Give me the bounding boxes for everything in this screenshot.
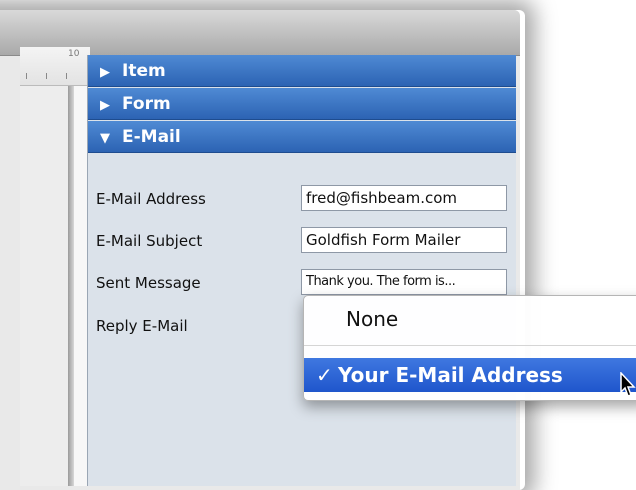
document-page[interactable] [74, 86, 88, 486]
checkmark-icon: ✓ [316, 363, 333, 387]
sent-message-label: Sent Message [96, 274, 201, 292]
ruler-tick [66, 73, 67, 79]
document-canvas[interactable] [20, 86, 68, 486]
menu-item-label: Your E-Mail Address [338, 363, 563, 387]
email-subject-label: E-Mail Subject [96, 232, 203, 250]
email-subject-field[interactable]: Goldfish Form Mailer [301, 227, 507, 253]
section-label: Form [122, 94, 171, 114]
ruler-tick [26, 73, 27, 79]
section-header-item[interactable]: ▶ Item [88, 55, 516, 87]
ruler-number: 10 [68, 49, 80, 59]
menu-item-none[interactable]: None [304, 302, 636, 336]
ruler-tick [46, 73, 47, 79]
mouse-pointer-icon [620, 372, 636, 397]
menu-separator [304, 345, 636, 346]
horizontal-ruler: 10 [20, 47, 90, 86]
section-header-form[interactable]: ▶ Form [88, 88, 516, 120]
menu-item-label: None [346, 307, 399, 331]
section-header-email[interactable]: ▼ E-Mail [88, 121, 516, 153]
email-address-label: E-Mail Address [96, 190, 206, 208]
section-label: E-Mail [122, 127, 181, 147]
menu-item-your-email-address[interactable]: ✓ Your E-Mail Address [304, 358, 636, 392]
sent-message-field[interactable]: Thank you. The form is... [301, 269, 507, 295]
reply-email-label: Reply E-Mail [96, 317, 188, 335]
disclosure-triangle-icon: ▶ [100, 65, 110, 80]
inspector-panel: ▶ Item ▶ Form ▼ E-Mail E-Mail Address fred@… [87, 55, 516, 486]
reply-email-popup-menu: None ✓ Your E-Mail Address [303, 295, 636, 401]
email-address-field[interactable]: fred@fishbeam.com [301, 185, 507, 211]
disclosure-triangle-icon: ▼ [100, 131, 110, 146]
section-label: Item [122, 61, 166, 81]
disclosure-triangle-icon: ▶ [100, 98, 110, 113]
